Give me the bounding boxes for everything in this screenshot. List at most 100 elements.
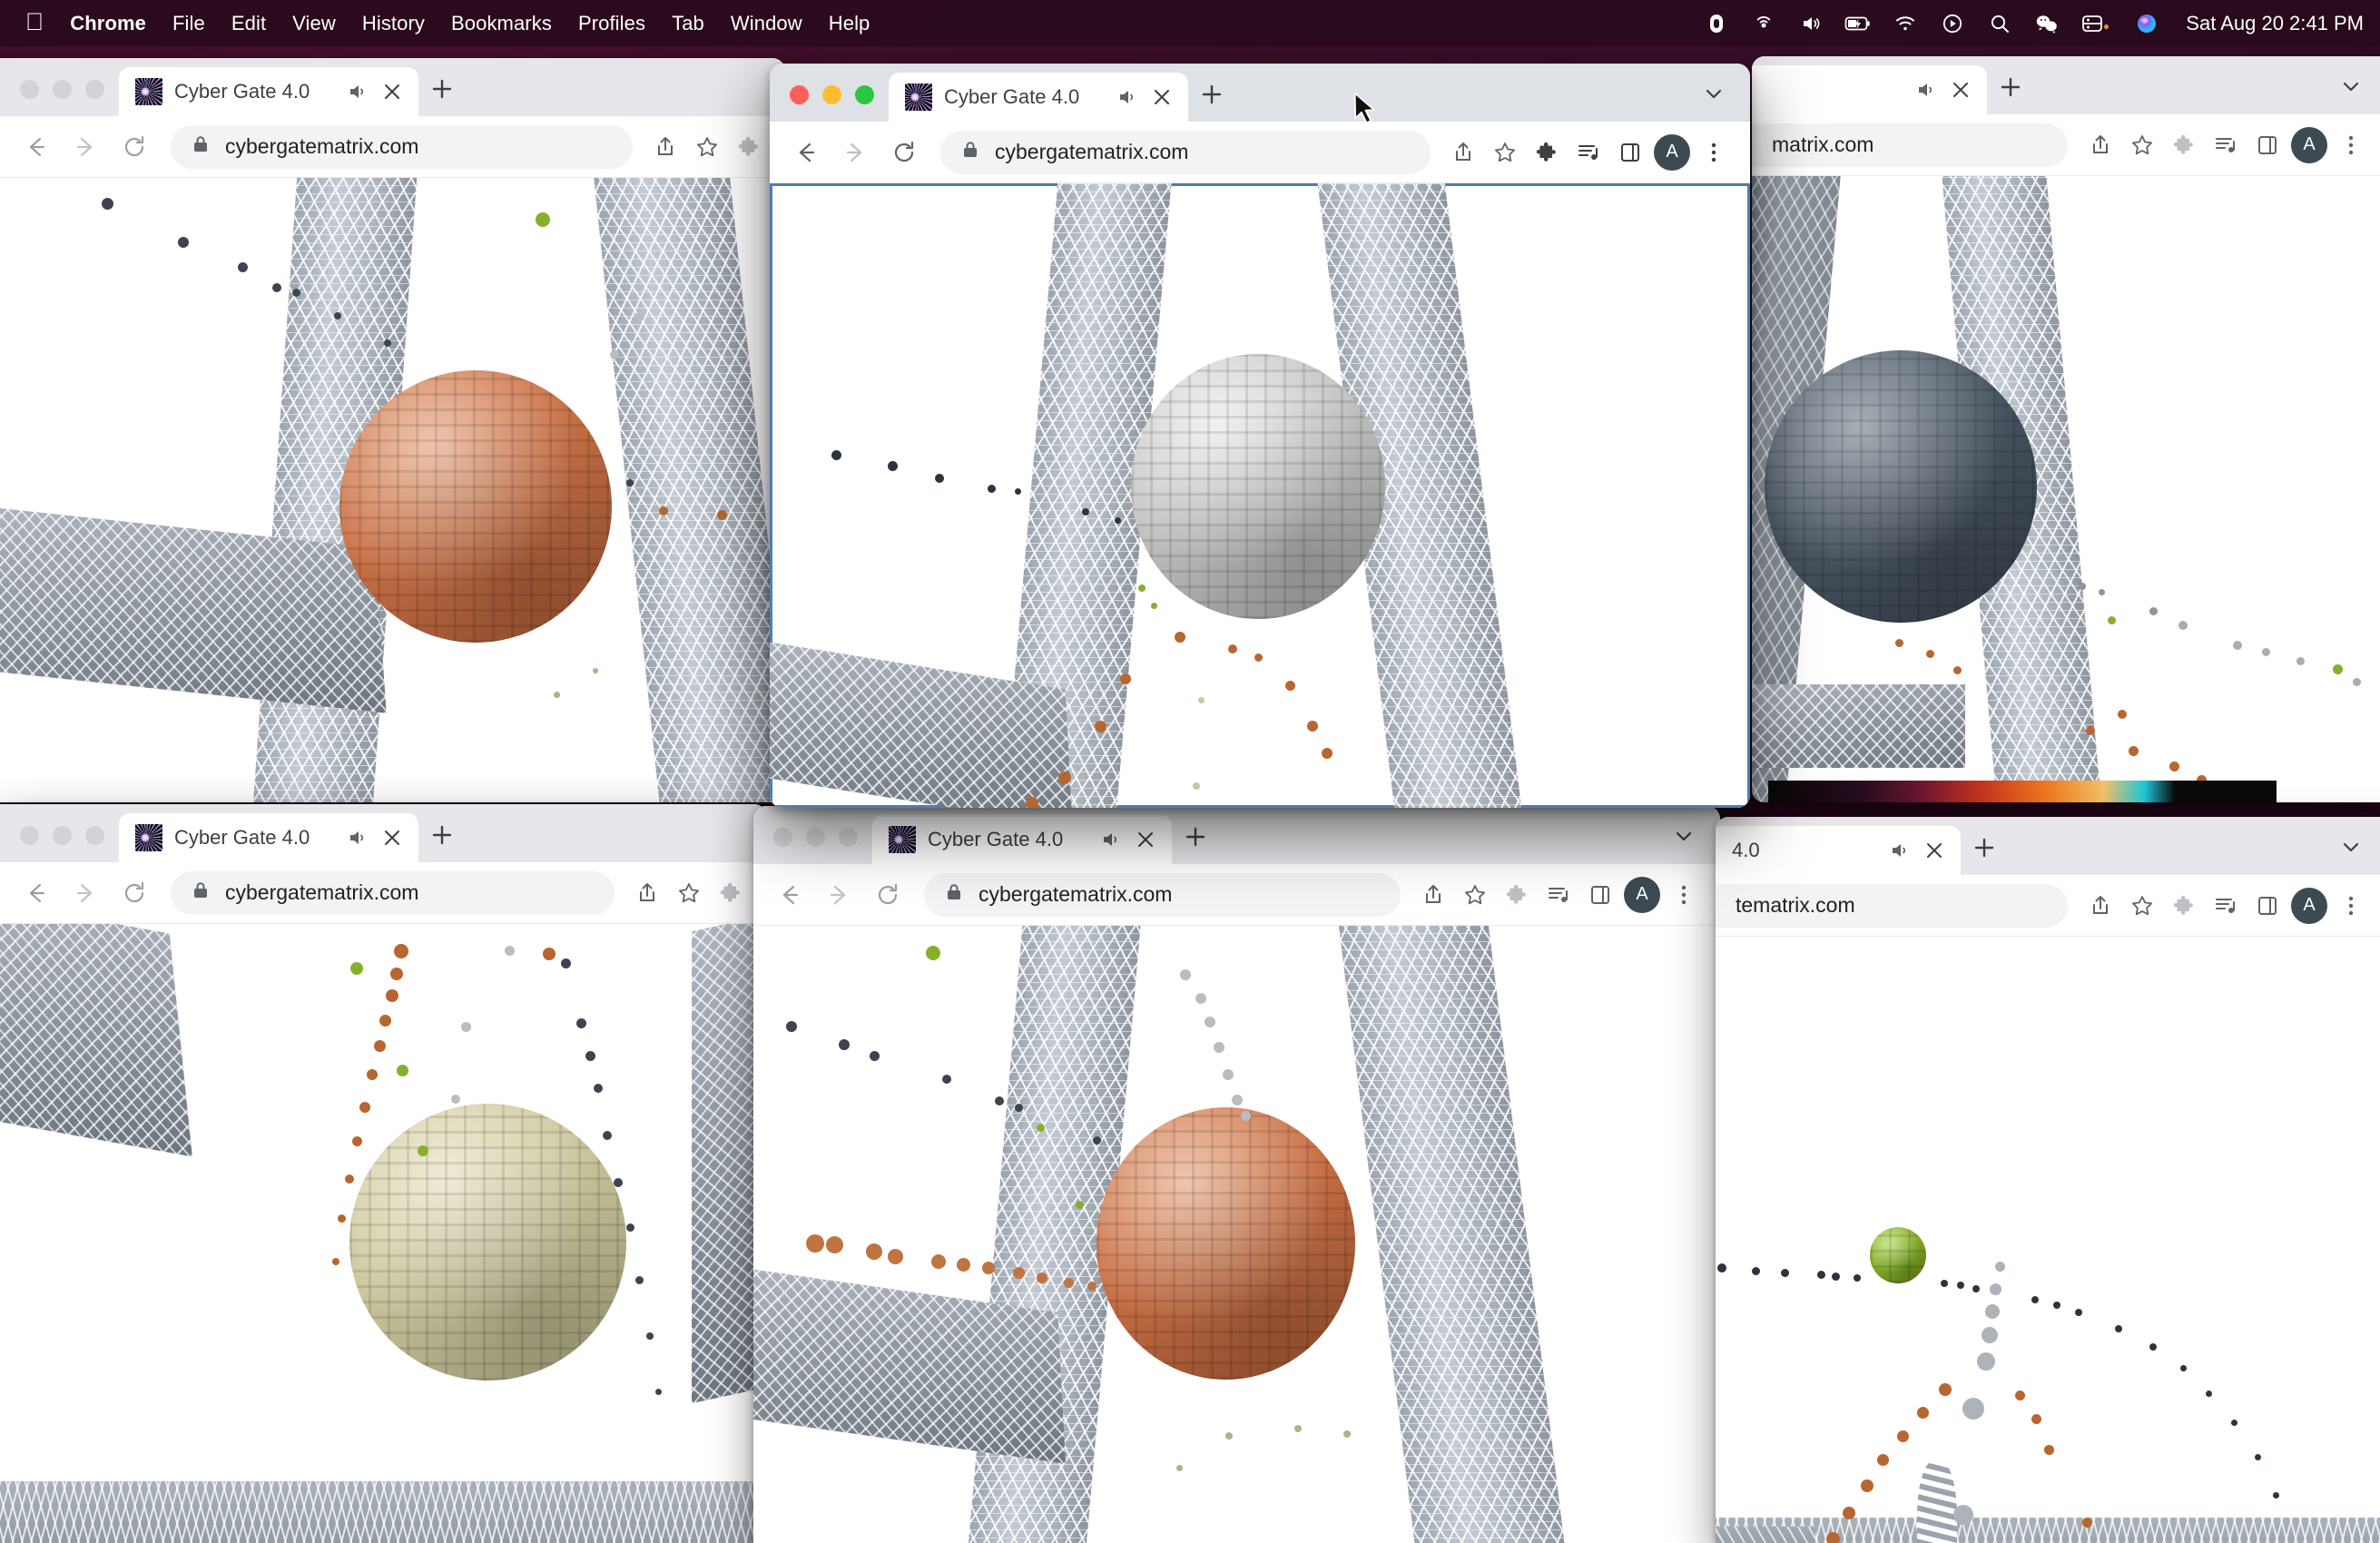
page-viewport-3d-scene[interactable]: [770, 183, 1750, 808]
minimize-window-button[interactable]: [53, 826, 72, 845]
back-icon[interactable]: [15, 125, 58, 169]
back-icon[interactable]: [768, 873, 811, 917]
share-icon[interactable]: [629, 875, 665, 911]
tab-cyber-gate[interactable]: Cyber Gate 4.0: [119, 67, 418, 116]
menu-view[interactable]: View: [292, 12, 336, 35]
spotlight-search-icon[interactable]: [1986, 11, 2013, 36]
menu-kebab-icon[interactable]: [2333, 127, 2369, 163]
speaker-icon[interactable]: [347, 827, 369, 849]
browser-window-focused[interactable]: Cyber Gate 4.0 cybergatematrix.com A: [770, 64, 1750, 808]
maximize-window-button[interactable]: [85, 80, 104, 99]
menu-window[interactable]: Window: [731, 12, 802, 35]
menu-history[interactable]: History: [362, 12, 425, 35]
extensions-icon[interactable]: [1499, 877, 1535, 913]
menu-kebab-icon[interactable]: [1696, 134, 1732, 171]
extensions-icon[interactable]: [731, 129, 767, 165]
browser-window-bottom-left[interactable]: Cyber Gate 4.0 cybergatematrix.com: [0, 804, 767, 1543]
menu-edit[interactable]: Edit: [231, 12, 266, 35]
bookmark-star-icon[interactable]: [2124, 127, 2160, 163]
speaker-icon[interactable]: [347, 81, 369, 103]
speaker-icon[interactable]: [1915, 79, 1937, 101]
browser-window-top-left[interactable]: Cyber Gate 4.0 cybergatematrix.com: [0, 58, 785, 802]
window-controls[interactable]: [20, 826, 104, 862]
extensions-icon[interactable]: [2166, 127, 2202, 163]
reload-icon[interactable]: [866, 873, 910, 917]
new-tab-button[interactable]: [1172, 815, 1219, 864]
menu-help[interactable]: Help: [829, 12, 870, 35]
menu-profiles[interactable]: Profiles: [578, 12, 645, 35]
close-tab-button[interactable]: [380, 80, 404, 103]
reading-list-icon[interactable]: [2208, 127, 2244, 163]
new-tab-button[interactable]: [1987, 65, 2034, 114]
profile-avatar[interactable]: A: [1624, 876, 1660, 913]
share-icon[interactable]: [1445, 134, 1481, 171]
close-tab-button[interactable]: [1923, 839, 1946, 862]
close-tab-button[interactable]: [1134, 828, 1157, 851]
close-window-button[interactable]: [773, 828, 792, 847]
tab-cyber-gate[interactable]: Cyber Gate 4.0: [889, 73, 1188, 122]
chevron-down-icon[interactable]: [2327, 65, 2375, 114]
side-panel-icon[interactable]: [2249, 888, 2286, 924]
menu-kebab-icon[interactable]: [2333, 888, 2369, 924]
address-bar[interactable]: cybergatematrix.com: [171, 124, 633, 169]
menu-chrome[interactable]: Chrome: [70, 12, 146, 35]
extensions-icon[interactable]: [1529, 134, 1565, 171]
tab-cyber-gate[interactable]: Cyber Gate 4.0: [119, 813, 418, 862]
share-icon[interactable]: [2082, 127, 2119, 163]
close-window-button[interactable]: [20, 80, 39, 99]
menu-tab[interactable]: Tab: [672, 12, 704, 35]
side-panel-icon[interactable]: [2249, 127, 2286, 163]
bookmark-star-icon[interactable]: [2124, 888, 2160, 924]
page-viewport-3d-scene[interactable]: [1716, 937, 2380, 1543]
page-viewport-3d-scene[interactable]: [0, 178, 785, 802]
wifi-icon[interactable]: [1892, 11, 1919, 36]
minimize-window-button[interactable]: [806, 828, 825, 847]
extensions-icon[interactable]: [713, 875, 749, 911]
close-tab-button[interactable]: [380, 826, 404, 850]
siri-icon[interactable]: [2133, 11, 2160, 36]
volume-icon[interactable]: [1797, 11, 1824, 36]
forward-icon[interactable]: [64, 871, 107, 915]
chevron-down-icon[interactable]: [1660, 815, 1707, 864]
address-bar[interactable]: matrix.com: [1752, 123, 2068, 167]
reload-icon[interactable]: [113, 125, 156, 169]
address-bar[interactable]: cybergatematrix.com: [924, 872, 1401, 917]
battery-charging-icon[interactable]: [1844, 11, 1872, 36]
window-controls[interactable]: [790, 85, 874, 122]
reading-list-icon[interactable]: [1570, 134, 1607, 171]
new-tab-button[interactable]: [418, 813, 466, 862]
close-window-button[interactable]: [790, 85, 809, 104]
share-icon[interactable]: [1415, 877, 1451, 913]
address-bar[interactable]: cybergatematrix.com: [171, 870, 615, 915]
battery-widget-icon[interactable]: [2080, 11, 2113, 36]
bookmark-star-icon[interactable]: [1457, 877, 1493, 913]
reload-icon[interactable]: [882, 131, 926, 174]
browser-window-bottom-center[interactable]: Cyber Gate 4.0 cybergatematrix.com A: [753, 806, 1720, 1543]
apple-logo-icon[interactable]: : [25, 9, 44, 34]
speaker-icon[interactable]: [1100, 829, 1122, 850]
profile-avatar[interactable]: A: [2291, 126, 2327, 163]
page-viewport-3d-scene[interactable]: [753, 926, 1720, 1543]
airplay-icon[interactable]: [1750, 11, 1777, 36]
side-panel-icon[interactable]: [1612, 134, 1648, 171]
share-icon[interactable]: [2082, 888, 2119, 924]
reload-icon[interactable]: [113, 871, 156, 915]
close-tab-button[interactable]: [1949, 78, 1972, 102]
browser-window-bottom-right[interactable]: 4.0 tematrix.com A: [1716, 817, 2380, 1543]
minimize-window-button[interactable]: [822, 85, 841, 104]
reading-list-icon[interactable]: [2208, 888, 2244, 924]
extensions-icon[interactable]: [2166, 888, 2202, 924]
chevron-down-icon[interactable]: [2327, 826, 2375, 875]
back-icon[interactable]: [15, 871, 58, 915]
address-bar[interactable]: tematrix.com: [1716, 883, 2068, 928]
forward-icon[interactable]: [817, 873, 861, 917]
forward-icon[interactable]: [833, 131, 877, 174]
reading-list-icon[interactable]: [1540, 877, 1577, 913]
forward-icon[interactable]: [64, 125, 107, 169]
maximize-window-button[interactable]: [855, 85, 874, 104]
tab-cyber-gate[interactable]: Cyber Gate 4.0: [872, 815, 1172, 864]
side-panel-icon[interactable]: [1582, 877, 1618, 913]
new-tab-button[interactable]: [1961, 826, 2008, 875]
profile-avatar[interactable]: A: [2291, 887, 2327, 924]
close-tab-button[interactable]: [1150, 85, 1174, 109]
